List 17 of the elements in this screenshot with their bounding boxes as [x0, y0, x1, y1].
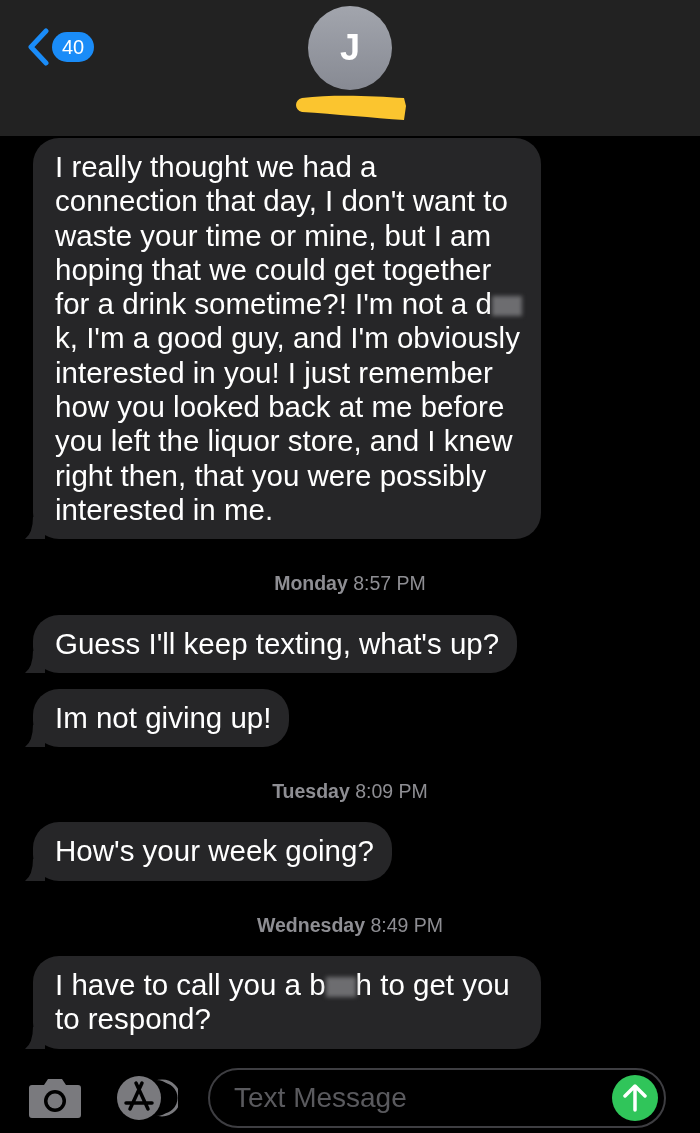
message-text: I really thought we had a connection that day, I don't want to waste your time or mine, but I am hoping that we could get together for a drink sometime?! I'm not a d k, I'm a good guy, and I'm obviously interested in you! I just remember how you looked back at me before you left the liquor store, and I knew right then, that you were possibly interested in me. [55, 150, 523, 528]
timestamp: Tuesday 8:09 PM [271, 779, 429, 805]
up-arrow-icon [623, 1084, 647, 1112]
message-field[interactable]: Text Message [208, 1068, 666, 1128]
timestamp: Wednesday 8:49 PM [255, 912, 445, 938]
message-text: How's your week going? [55, 834, 374, 869]
back-button[interactable]: 40 [26, 28, 95, 66]
send-button[interactable] [612, 1075, 658, 1121]
back-chevron-icon [26, 28, 50, 66]
timestamp: Monday 8:57 PM [273, 571, 427, 597]
message-text: I have to call you a b h to get you to respond? [55, 967, 511, 1037]
app-store-icon[interactable] [116, 1075, 178, 1121]
message-input[interactable]: Text Message [232, 1076, 612, 1120]
message-text: Im not giving up! [55, 700, 272, 736]
contact-avatar[interactable]: J [308, 6, 392, 90]
message-text: Guess I'll keep texting, what's up? [55, 626, 500, 661]
camera-icon[interactable] [28, 1077, 82, 1119]
